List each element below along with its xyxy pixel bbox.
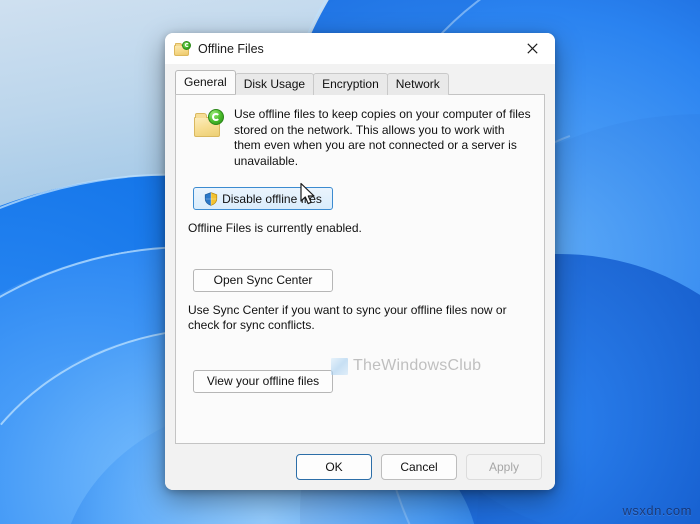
open-sync-center-label: Open Sync Center [213, 273, 313, 287]
view-offline-files-label: View your offline files [206, 374, 320, 388]
tab-encryption[interactable]: Encryption [313, 73, 388, 95]
general-description: Use offline files to keep copies on your… [234, 107, 531, 168]
offline-files-status: Offline Files is currently enabled. [188, 220, 362, 235]
uac-shield-icon [204, 191, 218, 206]
dialog-footer: OK Cancel Apply [165, 444, 555, 490]
close-icon[interactable] [510, 33, 555, 64]
tab-disk-usage[interactable]: Disk Usage [234, 73, 315, 95]
offline-folder-icon [174, 40, 191, 57]
view-offline-files-section: View your offline files [188, 369, 532, 393]
view-offline-files-button[interactable]: View your offline files [193, 369, 333, 393]
offline-folder-icon [194, 109, 224, 137]
open-sync-center-button[interactable]: Open Sync Center [193, 268, 333, 292]
general-tab-panel: Use offline files to keep copies on your… [175, 94, 545, 444]
apply-button: Apply [466, 454, 542, 480]
dialog-titlebar: Offline Files [165, 33, 555, 64]
disable-offline-files-label: Disable offline files [222, 191, 322, 206]
dialog-title: Offline Files [198, 41, 264, 56]
tab-strip: General Disk Usage Encryption Network [165, 64, 555, 95]
tab-network[interactable]: Network [386, 73, 449, 95]
cancel-button[interactable]: Cancel [381, 454, 457, 480]
sync-center-section: Open Sync Center Use Sync Center if you … [188, 268, 532, 334]
offline-files-dialog: Offline Files General Disk Usage Encrypt… [165, 33, 555, 490]
ok-button[interactable]: OK [296, 454, 372, 480]
desktop-watermark: wsxdn.com [622, 503, 692, 518]
disable-offline-files-button[interactable]: Disable offline files [193, 187, 333, 210]
info-block: Use offline files to keep copies on your… [188, 107, 532, 169]
tab-general[interactable]: General [175, 70, 236, 94]
sync-center-description: Use Sync Center if you want to sync your… [188, 302, 507, 333]
